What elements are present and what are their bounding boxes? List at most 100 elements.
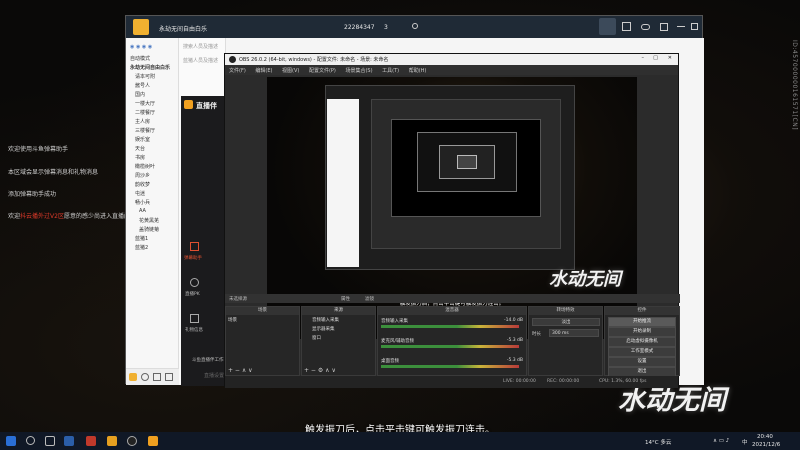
list-item[interactable]: 天台	[135, 145, 145, 152]
transitions-panel: 转场特效 淡出 时长 300 ms	[528, 306, 603, 376]
douyu-logo-icon	[184, 100, 193, 109]
menu-file[interactable]: 文件(F)	[229, 68, 246, 74]
list-item[interactable]: 蓝猪1	[135, 235, 148, 242]
scenes-title: 场景	[226, 307, 299, 315]
speaker-icon[interactable]	[153, 373, 161, 381]
live-settings-label[interactable]: 直播设置	[204, 372, 224, 379]
menu-help[interactable]: 帮助(H)	[409, 68, 427, 74]
live-time: LIVE: 00:00:00	[503, 379, 536, 384]
list-item[interactable]: 三楼餐厅	[135, 127, 155, 134]
douyu-taskbar-icon[interactable]	[148, 436, 158, 446]
app-icon-red[interactable]	[86, 436, 96, 446]
clock-time[interactable]: 20:40	[757, 434, 773, 440]
start-streaming-button[interactable]: 开始推流	[608, 317, 676, 327]
duration-input[interactable]: 300 ms	[549, 329, 599, 337]
home-tab-icon[interactable]	[599, 18, 616, 35]
transitions-title: 转场特效	[529, 307, 602, 315]
gamepad-icon[interactable]	[641, 24, 650, 30]
menu-view[interactable]: 视图(V)	[282, 68, 299, 74]
filters-button[interactable]: 滤镜	[365, 296, 374, 302]
windows-start-icon[interactable]	[6, 436, 16, 446]
list-item[interactable]: AA	[139, 208, 146, 214]
list-item: 蓝猪人员及描述	[183, 58, 219, 64]
list-item[interactable]: 畅小兵	[135, 199, 150, 206]
menu-tools[interactable]: 工具(T)	[382, 68, 399, 74]
toolbar-app-icon[interactable]	[129, 373, 137, 381]
source-controls[interactable]: + − ⚙ ∧ ∨	[304, 367, 336, 374]
pk-icon[interactable]	[190, 278, 199, 287]
list-item[interactable]: 蓝猪2	[135, 244, 148, 251]
list-item[interactable]: 一楼大厅	[135, 100, 155, 107]
weather-text[interactable]: 14°C 多云	[645, 438, 671, 446]
sources-panel: 来源 音频输入采集 显示器采集 窗口 + − ⚙ ∧ ∨	[301, 306, 376, 376]
menu-pk[interactable]: 直播PK	[185, 291, 200, 297]
properties-button[interactable]: 属性	[341, 296, 350, 302]
gift-icon[interactable]	[190, 314, 199, 323]
overlay-line-4: 欢迎抖云播外过V2区愿意的感少尚进入直播间	[8, 211, 130, 220]
task-view-icon[interactable]	[45, 436, 55, 446]
obs-minimize-icon[interactable]: –	[642, 55, 645, 61]
scene-item[interactable]: 场景	[228, 317, 237, 323]
mixer-channel-name: 麦克风/辅助音频	[381, 339, 415, 344]
mixer-panel: 混音器 音频输入采集 -14.0 dB 麦克风/辅助音频 -5.3 dB 桌面音…	[377, 306, 527, 376]
transition-type-select[interactable]: 淡出	[532, 318, 600, 326]
start-virtual-camera-button[interactable]: 启动虚拟摄像机	[608, 337, 676, 347]
clock-date[interactable]: 2021/12/6	[752, 442, 780, 448]
list-item[interactable]: 娱乐室	[135, 136, 150, 143]
list-item[interactable]: 橄榄树叶	[135, 163, 155, 170]
list-item[interactable]: 酱号人	[135, 82, 150, 89]
sources-title: 来源	[302, 307, 375, 315]
no-source-selected: 未选择源	[229, 297, 247, 302]
list-item[interactable]: 书房	[135, 154, 145, 161]
member-search-hint[interactable]: 搜索人员及描述	[183, 43, 218, 50]
equalizer-icon[interactable]	[165, 373, 173, 381]
input-language[interactable]: 中	[742, 438, 748, 446]
controls-panel: 控件 开始推流 开始录制 启动虚拟摄像机 工作室模式 设置 退出	[604, 306, 680, 377]
source-item[interactable]: 音频输入采集	[312, 317, 339, 323]
window-icon[interactable]	[660, 23, 668, 31]
list-item[interactable]: 主人房	[135, 118, 150, 125]
menu-scene-collection[interactable]: 场景集合(S)	[345, 68, 372, 74]
list-item[interactable]: 盖骑链菊	[139, 226, 159, 233]
mixer-channel-db: -5.3 dB	[506, 358, 523, 363]
search-icon[interactable]	[26, 436, 35, 445]
list-item[interactable]: 周沙乡	[135, 172, 150, 179]
obs-close-icon[interactable]: ✕	[668, 55, 672, 61]
maximize-icon[interactable]	[691, 23, 698, 30]
menu-danmaku[interactable]: 弹幕助手	[184, 255, 202, 261]
list-item[interactable]: 屯迷	[135, 190, 145, 197]
settings-button[interactable]: 设置	[608, 357, 676, 367]
source-item[interactable]: 窗口	[312, 335, 321, 341]
mixer-channel-db: -14.0 dB	[503, 318, 523, 323]
app-icon-blue[interactable]	[64, 436, 74, 446]
menu-gift[interactable]: 礼物信息	[185, 327, 203, 333]
obs-maximize-icon[interactable]: □	[653, 55, 658, 61]
mic-icon[interactable]	[141, 373, 149, 381]
obs-taskbar-icon[interactable]	[127, 436, 137, 446]
source-toolbar: 未选择源 属性 滤镜	[225, 294, 680, 303]
list-item[interactable]: 韵收梦	[135, 181, 150, 188]
monitor-icon[interactable]	[622, 22, 631, 31]
menu-profile[interactable]: 配置文件(P)	[309, 68, 336, 74]
scene-controls[interactable]: + − ∧ ∨	[228, 367, 253, 374]
source-item[interactable]: 显示器采集	[312, 326, 335, 332]
list-item[interactable]: 二楼餐厅	[135, 109, 155, 116]
list-item[interactable]: 自动模式	[130, 55, 150, 62]
vertical-room-id: ID:457000000161571[CN]	[791, 40, 798, 131]
tray-icons[interactable]: ∧ ▭ ♪	[713, 438, 729, 444]
settings-icon[interactable]	[412, 23, 418, 29]
menu-edit[interactable]: 编辑(E)	[255, 68, 272, 74]
minimize-icon[interactable]	[677, 26, 685, 27]
danmaku-icon[interactable]	[190, 242, 199, 251]
chat-bottom-toolbar	[126, 368, 179, 385]
list-item[interactable]: 花黄黑羌	[139, 217, 159, 224]
list-item[interactable]: 永劫无间自由白乐	[130, 64, 170, 71]
studio-mode-button[interactable]: 工作室模式	[608, 347, 676, 357]
nested-preview-5	[457, 155, 477, 169]
start-recording-button[interactable]: 开始录制	[608, 327, 676, 337]
mixer-channel-db: -5.3 dB	[506, 338, 523, 343]
home-icon[interactable]	[133, 19, 149, 35]
list-item[interactable]: 国内	[135, 91, 145, 98]
app-icon-folder[interactable]	[107, 436, 117, 446]
list-item[interactable]: 请本可附	[135, 73, 155, 80]
